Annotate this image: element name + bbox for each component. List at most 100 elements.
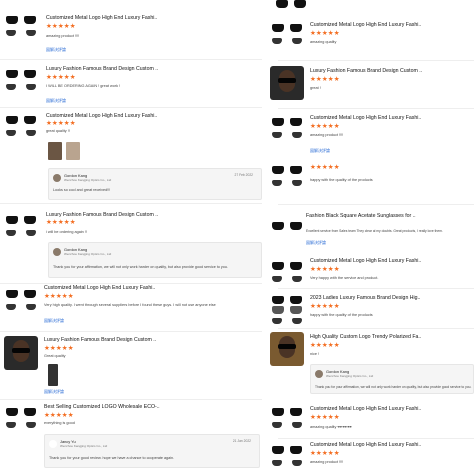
- divider: [278, 328, 474, 329]
- review-item: Fashion Black Square Acetate Sunglasses …: [266, 206, 474, 254]
- review-comment: great quality !!: [46, 129, 70, 133]
- product-title[interactable]: Fashion Black Square Acetate Sunglasses …: [306, 213, 416, 219]
- rating-stars: ★★★★★: [310, 303, 340, 310]
- product-thumbnail[interactable]: [270, 442, 304, 472]
- product-title[interactable]: Luxury Fashion Famous Brand Design Custo…: [46, 66, 158, 72]
- product-thumbnail[interactable]: [270, 332, 304, 366]
- product-title[interactable]: Customized Metal Logo High End Luxury Fa…: [310, 115, 421, 121]
- review-comment: I WILL BE ORDERING AGAIN ! great work !: [46, 84, 121, 88]
- product-thumbnail[interactable]: [4, 112, 38, 142]
- product-thumbnail[interactable]: [270, 216, 304, 246]
- seller-reply: Gordon Kang Wenzhou Kangjing Optics Co.,…: [48, 168, 262, 200]
- review-comment: amazing product !!!!: [310, 460, 344, 464]
- divider: [278, 108, 474, 109]
- product-thumbnail[interactable]: [4, 212, 38, 242]
- product-title[interactable]: Customized Metal Logo High End Luxury Fa…: [46, 15, 157, 21]
- review-item: Luxury Fashion Famous Brand Design Custo…: [0, 60, 262, 108]
- product-thumbnail[interactable]: [4, 336, 38, 370]
- product-thumbnail[interactable]: [270, 404, 304, 434]
- product-title[interactable]: 2023 Ladies Luxury Famous Brand Design H…: [310, 295, 420, 301]
- reply-company: Wenzhou Kangjing Optics Co., Ltd: [64, 252, 112, 256]
- review-comment: happy with the quality of the products: [310, 313, 373, 317]
- review-photo[interactable]: [48, 142, 62, 160]
- product-title[interactable]: Luxury Fashion Famous Brand Design Custo…: [310, 68, 422, 74]
- translate-link[interactable]: 図解決評論: [306, 240, 326, 246]
- review-comment: great !: [310, 86, 321, 90]
- avatar: [49, 440, 57, 448]
- avatar: [315, 370, 323, 378]
- review-comment: Excellent service from Sales team They c…: [306, 229, 443, 233]
- reply-date: 27 Feb 2022: [234, 173, 253, 177]
- product-thumbnail[interactable]: [270, 294, 304, 324]
- product-thumbnail[interactable]: [4, 12, 38, 42]
- avatar: [53, 248, 61, 256]
- review-item: Luxury Fashion Famous Brand Design Custo…: [0, 206, 262, 284]
- translate-link[interactable]: 図解決評論: [310, 148, 330, 154]
- review-item: Customized Metal Logo High End Luxury Fa…: [266, 440, 474, 474]
- rating-stars: ★★★★★: [310, 30, 340, 37]
- reply-company: Wenzhou Kangjing Optics Co., Ltd: [326, 374, 374, 378]
- rating-stars: ★★★★★: [46, 219, 76, 226]
- rating-stars: ★★★★★: [310, 164, 340, 171]
- product-thumbnail[interactable]: [270, 66, 304, 100]
- seller-reply: Gordon Kang Wenzhou Kangjing Optics Co.,…: [48, 242, 262, 278]
- divider: [278, 288, 474, 289]
- review-item: Customized Metal Logo High End Luxury Fa…: [266, 254, 474, 288]
- product-thumbnail[interactable]: [270, 162, 304, 192]
- review-photo[interactable]: [48, 364, 58, 386]
- seller-reply: Jancy Yu Wenzhou Kangjing Optics Co., Lt…: [44, 434, 260, 468]
- product-title[interactable]: High Quality Custom Logo Trendy Polarize…: [310, 334, 421, 340]
- product-thumbnail[interactable]: [274, 0, 308, 8]
- review-comment: i will be ordering again !!: [46, 230, 87, 234]
- product-title[interactable]: Luxury Fashion Famous Brand Design Custo…: [46, 212, 158, 218]
- review-photo[interactable]: [66, 142, 80, 160]
- product-title[interactable]: Customized Metal Logo High End Luxury Fa…: [310, 258, 421, 264]
- rating-stars: ★★★★★: [44, 412, 74, 419]
- review-comment: Great quality: [44, 354, 66, 358]
- divider: [278, 438, 474, 439]
- product-title[interactable]: Best Selling Customized LOGO Wholesale E…: [44, 404, 160, 410]
- rating-stars: ★★★★★: [44, 345, 74, 352]
- translate-link[interactable]: 図解決評論: [46, 98, 66, 104]
- rating-stars: ★★★★★: [310, 266, 340, 273]
- review-item: Customized Metal Logo High End Luxury Fa…: [266, 16, 474, 60]
- product-thumbnail[interactable]: [270, 258, 304, 288]
- review-comment: everything is good: [44, 421, 75, 425]
- avatar: [53, 174, 61, 182]
- review-item: High Quality Custom Logo Trendy Polarize…: [266, 330, 474, 396]
- review-comment: amazing quality 🕶🕶🕶: [310, 425, 352, 429]
- review-item: ★★★★★ happy with the quality of the prod…: [266, 160, 474, 200]
- product-thumbnail[interactable]: [4, 286, 38, 316]
- product-title[interactable]: Customized Metal Logo High End Luxury Fa…: [46, 113, 157, 119]
- review-item: Best Selling Customized LOGO Wholesale E…: [0, 400, 262, 474]
- review-item: Customized Metal Logo High End Luxury Fa…: [266, 400, 474, 438]
- review-comment: amazing product !!!!: [310, 133, 344, 137]
- translate-link[interactable]: 図解決評論: [44, 318, 64, 324]
- product-thumbnail[interactable]: [270, 20, 304, 50]
- product-title[interactable]: Luxury Fashion Famous Brand Design Custo…: [44, 337, 156, 343]
- product-thumbnail[interactable]: [4, 404, 38, 434]
- divider: [278, 60, 474, 61]
- review-comment: amazing quality: [310, 40, 337, 44]
- review-comment: nice !: [310, 352, 320, 356]
- review-item: Customized Metal Logo High End Luxury Fa…: [266, 110, 474, 160]
- review-comment: amazing product !!!!: [46, 34, 80, 38]
- rating-stars: ★★★★★: [310, 450, 340, 457]
- reply-company: Wenzhou Kangjing Optics Co., Ltd: [60, 444, 108, 448]
- rating-stars: ★★★★★: [310, 76, 340, 83]
- product-thumbnail[interactable]: [4, 66, 38, 96]
- review-item: Customized Metal Logo High End Luxury Fa…: [0, 280, 262, 332]
- product-title[interactable]: Customized Metal Logo High End Luxury Fa…: [310, 22, 421, 28]
- product-title[interactable]: Customized Metal Logo High End Luxury Fa…: [310, 442, 421, 448]
- product-thumbnail[interactable]: [270, 114, 304, 144]
- product-title[interactable]: Customized Metal Logo High End Luxury Fa…: [44, 285, 155, 291]
- divider: [278, 204, 474, 205]
- product-title[interactable]: Customized Metal Logo High End Luxury Fa…: [310, 406, 421, 412]
- reply-message: Thank you for your affirmation, we will …: [53, 265, 228, 269]
- translate-link[interactable]: 図解決評論: [44, 389, 64, 395]
- rating-stars: ★★★★★: [46, 23, 76, 30]
- reply-company: Wenzhou Kangjing Optics Co., Ltd: [64, 178, 112, 182]
- review-comment: Very high quality. I went through severa…: [44, 303, 216, 307]
- reply-message: Looks so cool and great received!!!: [53, 188, 111, 192]
- translate-link[interactable]: 図解決評論: [46, 47, 66, 53]
